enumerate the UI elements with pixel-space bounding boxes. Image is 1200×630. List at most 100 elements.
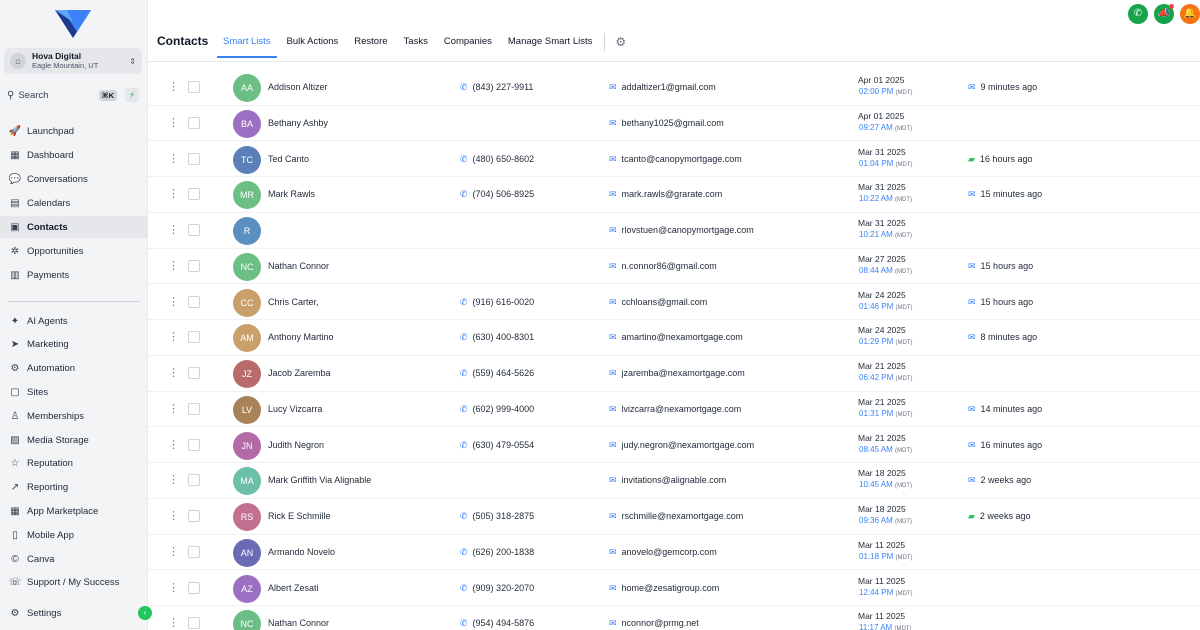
table-row[interactable]: ⋮ AN Armando Novelo ✆ (626) 200-1838 ✉ anovelo… (148, 535, 1200, 571)
row-checkbox[interactable] (188, 438, 200, 451)
contact-name[interactable]: Chris Carter, (268, 297, 319, 307)
contact-phone[interactable]: ✆ (704) 506-8925 (460, 189, 534, 200)
tab-smart-lists[interactable]: Smart Lists (215, 30, 279, 58)
contact-email[interactable]: ✉ amartino@nexamortgage.com (609, 332, 743, 343)
drag-handle-icon[interactable]: ⋮ (168, 331, 179, 343)
contact-phone[interactable]: ✆ (480) 650-8602 (460, 154, 534, 165)
row-checkbox[interactable] (188, 152, 200, 165)
tab-bulk-actions[interactable]: Bulk Actions (279, 30, 347, 58)
sidebar-item-canva[interactable]: © Canva (0, 548, 148, 570)
contact-email[interactable]: ✉ invitations@alignable.com (609, 475, 726, 486)
sidebar-item-ai-agents[interactable]: ✦ AI Agents (0, 310, 148, 332)
row-checkbox[interactable] (188, 367, 200, 379)
contact-name[interactable]: Nathan Connor (268, 618, 329, 628)
drag-handle-icon[interactable]: ⋮ (168, 81, 179, 93)
contact-phone[interactable]: ✆ (954) 494-5876 (460, 618, 534, 629)
contact-email[interactable]: ✉ bethany1025@gmail.com (609, 118, 724, 129)
contact-name[interactable]: Mark Griffith Via Alignable (268, 475, 371, 485)
tab-restore[interactable]: Restore (346, 30, 395, 58)
contact-email[interactable]: ✉ jzaremba@nexamortgage.com (609, 368, 745, 379)
contact-phone[interactable]: ✆ (909) 320-2070 (460, 583, 534, 594)
drag-handle-icon[interactable]: ⋮ (168, 153, 179, 165)
row-checkbox[interactable] (188, 295, 200, 308)
contact-phone[interactable]: ✆ (559) 464-5626 (460, 368, 534, 379)
contact-email[interactable]: ✉ anovelo@gemcorp.com (609, 547, 717, 558)
sidebar-item-automation[interactable]: ⚙ Automation (0, 358, 148, 380)
row-checkbox[interactable] (188, 617, 200, 630)
contact-email[interactable]: ✉ nconnor@prmg.net (609, 618, 699, 629)
table-row[interactable]: ⋮ MA Mark Griffith Via Alignable ✉ invitatio… (148, 463, 1200, 499)
row-checkbox[interactable] (188, 331, 200, 344)
sidebar-item-opportunities[interactable]: ✲ Opportunities (0, 240, 148, 262)
drag-handle-icon[interactable]: ⋮ (168, 188, 179, 200)
sidebar-item-dashboard[interactable]: ▦ Dashboard (0, 144, 148, 166)
table-row[interactable]: ⋮ R ✉ rlovstuen@canopymortgage.com Mar 31 20… (148, 213, 1200, 249)
contact-name[interactable]: Lucy Vizcarra (268, 404, 322, 414)
tab-manage-smart-lists[interactable]: Manage Smart Lists (500, 30, 600, 58)
contact-name[interactable]: Judith Negron (268, 440, 324, 450)
contact-phone[interactable]: ✆ (843) 227-9911 (460, 82, 533, 93)
drag-handle-icon[interactable]: ⋮ (168, 403, 179, 415)
table-row[interactable]: ⋮ JN Judith Negron ✆ (630) 479-0554 ✉ judy.neg… (148, 428, 1200, 464)
contact-name[interactable]: Nathan Connor (268, 261, 329, 271)
contact-name[interactable]: Addison Altizer (268, 82, 328, 92)
sidebar-item-contacts[interactable]: ▣ Contacts (0, 216, 148, 238)
tab-tasks[interactable]: Tasks (396, 30, 436, 58)
contact-email[interactable]: ✉ rlovstuen@canopymortgage.com (609, 225, 754, 236)
row-checkbox[interactable] (188, 188, 200, 201)
table-row[interactable]: ⋮ NC Nathan Connor ✆ (954) 494-5876 ✉ nconnor@… (148, 606, 1200, 630)
announcements-button[interactable]: 📣 (1154, 4, 1174, 24)
drag-handle-icon[interactable]: ⋮ (168, 439, 179, 451)
contact-name[interactable]: Anthony Martino (268, 332, 334, 342)
table-row[interactable]: ⋮ RS Rick E Schmille ✆ (505) 318-2875 ✉ rschmi… (148, 499, 1200, 535)
contact-name[interactable]: Ted Canto (268, 154, 309, 164)
contact-email[interactable]: ✉ addaltizer1@gmail.com (609, 82, 716, 93)
drag-handle-icon[interactable]: ⋮ (168, 117, 179, 129)
drag-handle-icon[interactable]: ⋮ (168, 224, 179, 236)
search-button[interactable]: ⚲ Search ⌘K (4, 86, 120, 104)
contact-email[interactable]: ✉ home@zesatigroup.com (609, 583, 719, 594)
sidebar-item-reporting[interactable]: ↗ Reporting (0, 477, 148, 499)
quick-action-bolt-icon[interactable]: ⚡ (125, 88, 139, 102)
sidebar-item-media-storage[interactable]: ▨ Media Storage (0, 429, 148, 451)
table-row[interactable]: ⋮ JZ Jacob Zaremba ✆ (559) 464-5626 ✉ jzaremba… (148, 356, 1200, 392)
row-checkbox[interactable] (188, 116, 200, 129)
drag-handle-icon[interactable]: ⋮ (168, 296, 179, 308)
sidebar-item-memberships[interactable]: ♙ Memberships (0, 405, 148, 427)
contact-email[interactable]: ✉ tcanto@canopymortgage.com (609, 154, 742, 165)
contact-email[interactable]: ✉ judy.negron@nexamortgage.com (609, 440, 754, 451)
contact-name[interactable]: Mark Rawls (268, 189, 315, 199)
row-checkbox[interactable] (188, 581, 200, 594)
contact-email[interactable]: ✉ lvizcarra@nexamortgage.com (609, 404, 741, 415)
table-row[interactable]: ⋮ MR Mark Rawls ✆ (704) 506-8925 ✉ mark.rawls@… (148, 177, 1200, 213)
table-row[interactable]: ⋮ AM Anthony Martino ✆ (630) 400-8301 ✉ amarti… (148, 320, 1200, 356)
sidebar-item-marketing[interactable]: ➤ Marketing (0, 334, 148, 356)
contact-email[interactable]: ✉ rschmille@nexamortgage.com (609, 511, 743, 522)
contact-phone[interactable]: ✆ (916) 616-0020 (460, 297, 534, 308)
account-switcher[interactable]: ⌂ Hova Digital Eagle Mountain, UT ⇕ (4, 48, 142, 74)
table-row[interactable]: ⋮ NC Nathan Connor ✉ n.connor86@gmail.com Mar… (148, 249, 1200, 285)
sidebar-item-payments[interactable]: ▥ Payments (0, 264, 148, 286)
sidebar-item-support-my-success[interactable]: ☏ Support / My Success (0, 572, 148, 594)
contact-email[interactable]: ✉ cchloans@gmail.com (609, 297, 707, 308)
contact-phone[interactable]: ✆ (630) 479-0554 (460, 440, 534, 451)
table-row[interactable]: ⋮ AA Addison Altizer ✆ (843) 227-9911 ✉ addalt… (148, 70, 1200, 106)
drag-handle-icon[interactable]: ⋮ (168, 617, 179, 629)
row-checkbox[interactable] (188, 510, 200, 522)
drag-handle-icon[interactable]: ⋮ (168, 260, 179, 272)
contact-name[interactable]: Albert Zesati (268, 583, 319, 593)
row-checkbox[interactable] (188, 545, 200, 558)
row-checkbox[interactable] (188, 474, 200, 487)
sidebar-item-reputation[interactable]: ☆ Reputation (0, 453, 148, 475)
phone-button[interactable]: ✆ (1128, 4, 1148, 24)
row-checkbox[interactable] (188, 402, 200, 415)
row-checkbox[interactable] (188, 224, 200, 236)
drag-handle-icon[interactable]: ⋮ (168, 510, 179, 522)
contact-name[interactable]: Rick E Schmille (268, 511, 331, 521)
drag-handle-icon[interactable]: ⋮ (168, 582, 179, 594)
sidebar-item-conversations[interactable]: 💬 Conversations (0, 168, 148, 190)
table-row[interactable]: ⋮ CC Chris Carter, ✆ (916) 616-0020 ✉ cchloans… (148, 285, 1200, 321)
sidebar-item-mobile-app[interactable]: ▯ Mobile App (0, 524, 148, 546)
contact-name[interactable]: Armando Novelo (268, 547, 335, 557)
row-checkbox[interactable] (188, 259, 200, 272)
